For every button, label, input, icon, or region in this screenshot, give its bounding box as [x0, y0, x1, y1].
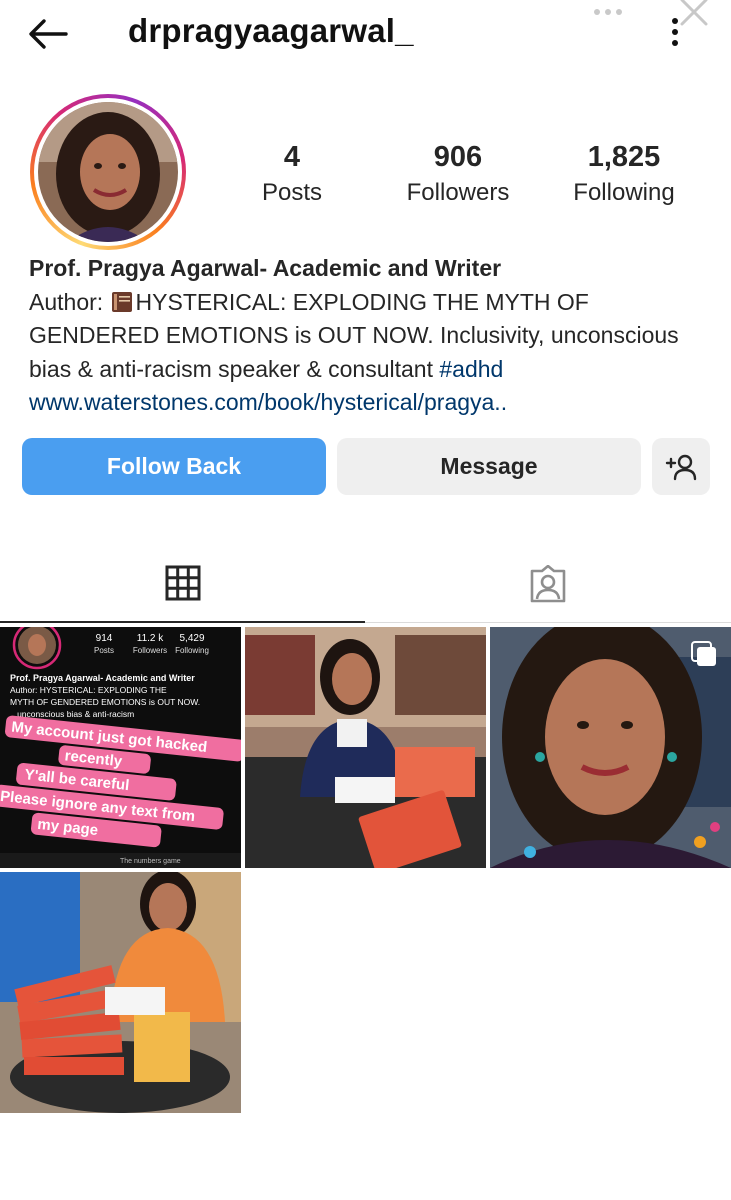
post-thumbnail-3[interactable] [490, 627, 731, 868]
add-person-icon [665, 454, 697, 480]
mini-followers-count: 11.2 k [137, 633, 164, 644]
profile-username: drpragyaagarwal_ [128, 12, 414, 49]
profile-bio: Prof. Pragya Agarwal- Academic and Write… [29, 252, 719, 420]
mini-footer: The numbers game [120, 858, 181, 865]
bio-line-3: bias & anti-racism speaker & consultant … [29, 353, 719, 387]
posts-count: 4 [283, 141, 301, 173]
website-link[interactable]: www.waterstones.com/book/hysterical/prag… [29, 386, 719, 420]
mini-followers-label: Followers [133, 646, 167, 655]
post-thumbnail-2[interactable] [245, 627, 486, 868]
profile-display-name: Prof. Pragya Agarwal- Academic and Write… [29, 255, 502, 281]
bio-line-2: GENDERED EMOTIONS is OUT NOW. Inclusivit… [29, 322, 679, 348]
followers-label: Followers [406, 179, 510, 206]
post-thumbnail-4[interactable] [0, 872, 241, 1113]
mini-bio-1: Author: HYSTERICAL: EXPLODING THE [10, 685, 167, 695]
avatar-photo [38, 102, 178, 242]
mini-following-count: 5,429 [179, 633, 204, 644]
status-dots [594, 6, 628, 18]
profile-header: drpragyaagarwal_ [0, 0, 731, 70]
hashtag-link[interactable]: #adhd [439, 356, 503, 382]
more-vertical-icon[interactable] [660, 14, 690, 50]
profile-avatar[interactable] [30, 94, 186, 250]
following-label: Following [573, 179, 675, 206]
tab-posts-grid[interactable] [0, 545, 365, 623]
post-4-image [0, 872, 241, 1113]
bio-line-1: Author: HYSTERICAL: EXPLODING THE MYTH O… [29, 286, 719, 320]
following-stat[interactable]: 1,825 Following [564, 140, 684, 208]
back-button[interactable] [24, 14, 72, 54]
follow-back-button[interactable]: Follow Back [22, 438, 326, 495]
posts-label: Posts [261, 179, 323, 206]
mini-posts-count: 914 [96, 633, 113, 644]
mini-bio-2: MYTH OF GENDERED EMOTIONS is OUT NOW. [10, 697, 200, 707]
post-thumbnail-1[interactable]: 914 11.2 k 5,429 Posts Followers Followi… [0, 627, 241, 868]
mini-following-label: Following [175, 646, 209, 655]
tab-tagged[interactable] [365, 545, 731, 623]
followers-count: 906 [433, 141, 483, 173]
mini-posts-label: Posts [94, 646, 114, 655]
message-button[interactable]: Message [337, 438, 641, 495]
suggested-users-button[interactable] [652, 438, 710, 495]
bio-line-3-text: bias & anti-racism speaker & consultant [29, 355, 440, 382]
bio-author-prefix: Author: [29, 288, 110, 315]
post-2-image [245, 627, 486, 868]
post-1-image: 914 11.2 k 5,429 Posts Followers Followi… [0, 627, 241, 868]
tagged-person-icon [530, 564, 566, 602]
grid-icon [165, 565, 200, 601]
multiple-photos-icon [691, 641, 716, 666]
followers-stat[interactable]: 906 Followers [398, 140, 518, 208]
bio-book-title: HYSTERICAL: EXPLODING THE MYTH OF [135, 288, 589, 315]
posts-stat[interactable]: 4 Posts [252, 140, 332, 208]
book-emoji-icon [111, 291, 132, 312]
following-count: 1,825 [587, 141, 661, 173]
mini-name: Prof. Pragya Agarwal- Academic and Write… [10, 673, 195, 683]
arrow-left-icon [29, 19, 68, 49]
